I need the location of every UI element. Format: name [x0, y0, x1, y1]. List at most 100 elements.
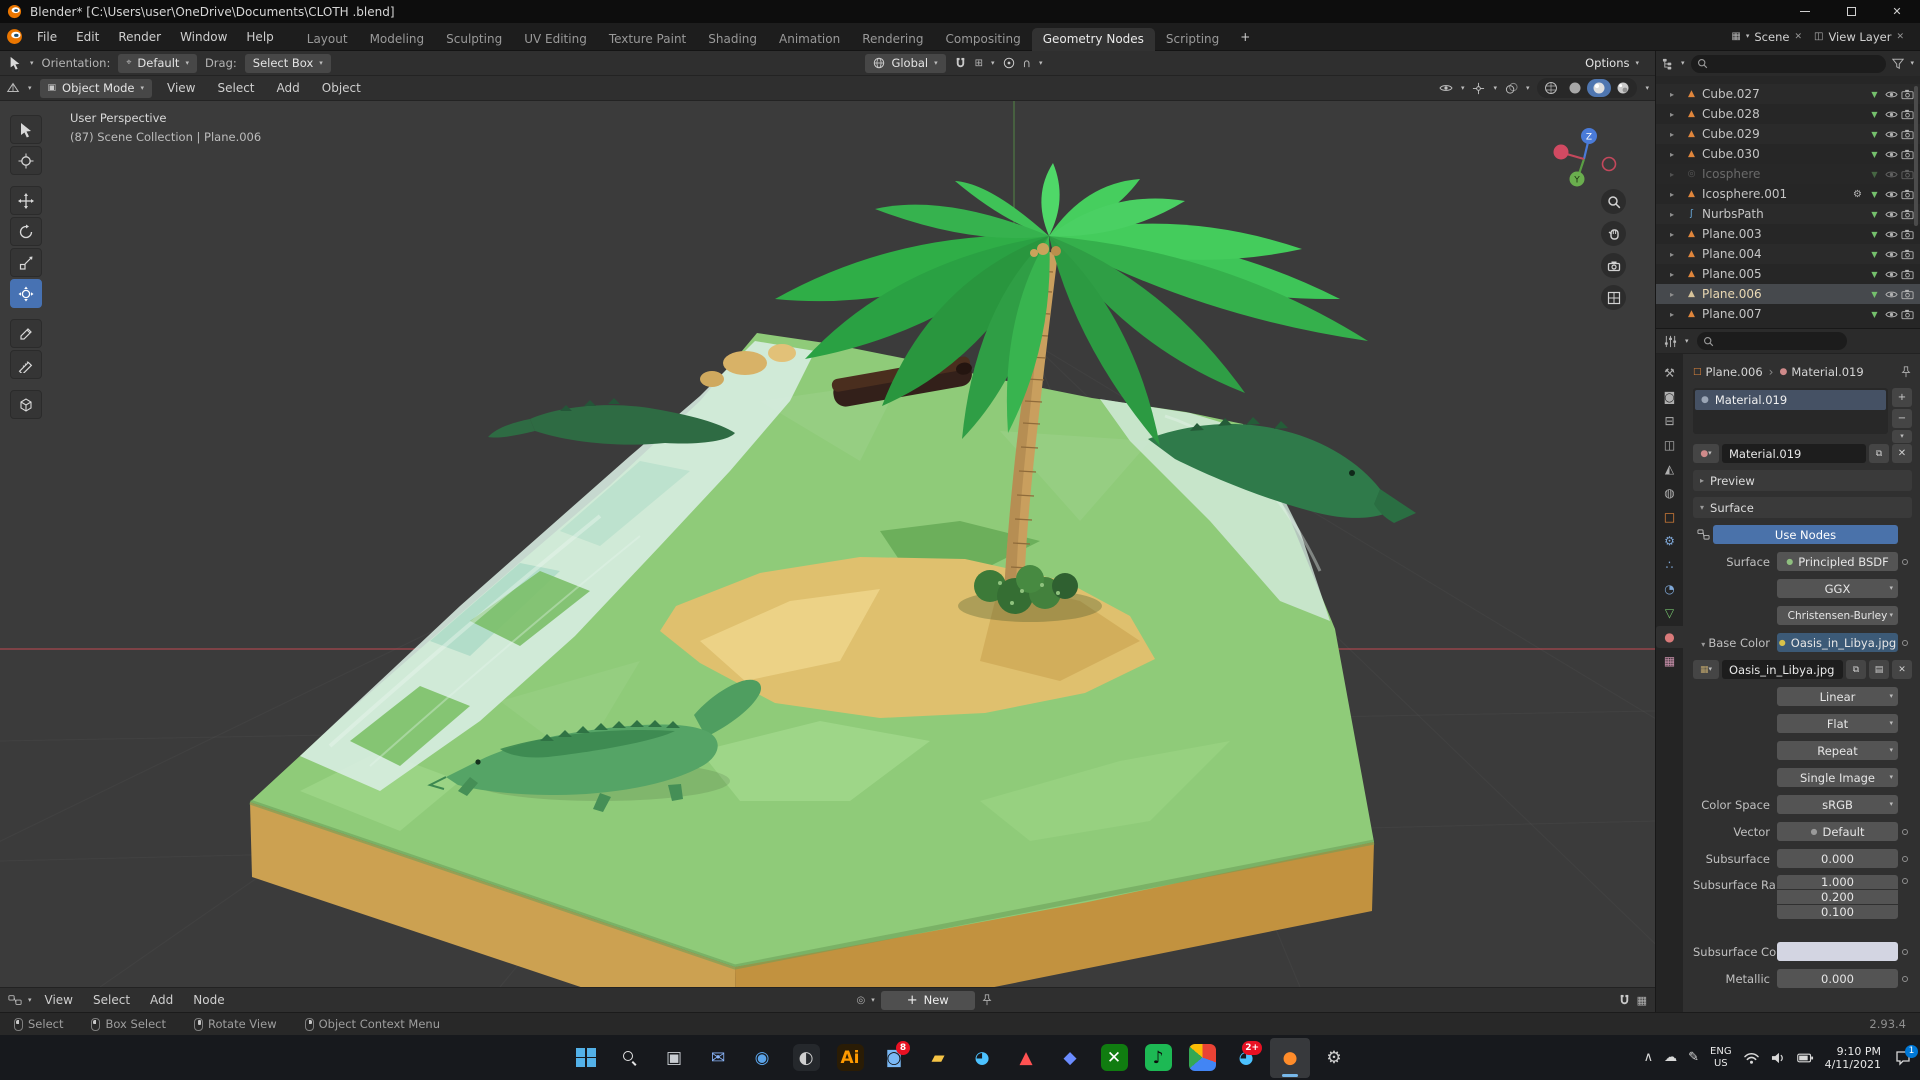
minimize-button[interactable] — [1782, 0, 1828, 23]
workspace-tab[interactable]: Compositing — [934, 28, 1031, 51]
render-camera-icon[interactable] — [1901, 208, 1914, 221]
viewport-editor-icon[interactable] — [6, 81, 20, 95]
node-menu-item[interactable]: Add — [143, 993, 180, 1007]
hide-eye-icon[interactable] — [1885, 168, 1898, 181]
modifiers[interactable]: ⚙ — [1656, 530, 1683, 552]
output[interactable]: ⊟ — [1656, 410, 1683, 432]
open-image-button[interactable]: ▤ — [1869, 660, 1889, 679]
scale-tool[interactable] — [10, 248, 42, 277]
object-name[interactable]: Plane.007 — [1702, 307, 1762, 321]
menu-item[interactable]: Help — [237, 25, 282, 49]
measure-tool[interactable] — [10, 350, 42, 379]
hide-eye-icon[interactable] — [1885, 108, 1898, 121]
object-data[interactable]: ▽ — [1656, 602, 1683, 624]
render[interactable]: ◙ — [1656, 386, 1683, 408]
unlink-image-button[interactable]: ✕ — [1892, 660, 1912, 679]
hide-eye-icon[interactable] — [1885, 248, 1898, 261]
expand-arrow-icon[interactable]: ▸ — [1670, 110, 1681, 119]
subsurface-method-dropdown[interactable]: Christensen-Burley▾ — [1777, 606, 1898, 625]
expand-arrow-icon[interactable]: ▸ — [1670, 250, 1681, 259]
outliner-row[interactable]: ▸ ʃ NurbsPath ⚙ ▼ — [1656, 204, 1920, 224]
photoshop-app-icon[interactable]: ◐ — [786, 1038, 826, 1078]
image-name-field[interactable]: Oasis_in_Libya.jpg — [1722, 660, 1843, 679]
scene-unlink-icon[interactable]: ✕ — [1794, 32, 1802, 42]
vector-dropdown[interactable]: ●Default — [1777, 822, 1898, 841]
blender-app-menu-icon[interactable] — [6, 28, 23, 45]
hide-eye-icon[interactable] — [1885, 88, 1898, 101]
object-name[interactable]: NurbsPath — [1702, 207, 1764, 221]
outliner-row[interactable]: ▸ ▲ Cube.030 ⚙ ▼ — [1656, 144, 1920, 164]
node-menu-item[interactable]: Node — [186, 993, 231, 1007]
mode-dropdown[interactable]: ▣ Object Mode▾ — [40, 79, 152, 98]
expand-arrow-icon[interactable]: ▸ — [1670, 270, 1681, 279]
object-name[interactable]: Icosphere.001 — [1702, 187, 1787, 201]
gizmos-toggle-icon[interactable] — [1472, 82, 1485, 95]
browse-nodetree-icon[interactable]: ◎ — [856, 995, 865, 1006]
scene[interactable]: ◭ — [1656, 458, 1683, 480]
workspace-tab[interactable]: Shading — [697, 28, 768, 51]
snap-target-icon[interactable]: ⊞ — [975, 58, 983, 69]
expand-arrow-icon[interactable]: ▸ — [1670, 150, 1681, 159]
viewport-menu-item[interactable]: Object — [315, 81, 368, 95]
hide-eye-icon[interactable] — [1885, 268, 1898, 281]
object-name[interactable]: Plane.006 — [1702, 287, 1762, 301]
annotate-tool[interactable] — [10, 319, 42, 348]
edge-browser-icon[interactable]: ◕ — [962, 1038, 1002, 1078]
illustrator-app-icon[interactable]: Ai — [830, 1038, 870, 1078]
expand-arrow-icon[interactable]: ▸ — [1670, 310, 1681, 319]
outliner-scrollbar[interactable] — [1914, 86, 1918, 226]
render-camera-icon[interactable] — [1901, 268, 1914, 281]
render-camera-icon[interactable] — [1901, 248, 1914, 261]
outliner-row[interactable]: ▸ ▲ Plane.005 ⚙ ▼ — [1656, 264, 1920, 284]
battery-icon[interactable] — [1797, 1052, 1814, 1064]
view-layer-selector[interactable]: ◫ View Layer ✕ — [1814, 30, 1904, 44]
taskbar-search-button[interactable] — [610, 1038, 650, 1078]
hide-eye-icon[interactable] — [1885, 128, 1898, 141]
shading-rendered-button[interactable] — [1611, 79, 1635, 97]
expand-arrow-icon[interactable]: ▸ — [1670, 290, 1681, 299]
xbox-app-icon[interactable]: ✕ — [1094, 1038, 1134, 1078]
browser-badge-icon[interactable]: ◕ 2+ — [1226, 1038, 1266, 1078]
tool[interactable]: ⚒ — [1656, 362, 1683, 384]
object-name[interactable]: Icosphere — [1702, 167, 1760, 181]
outliner-row[interactable]: ▸ ▲ Plane.007 ⚙ ▼ — [1656, 304, 1920, 324]
render-camera-icon[interactable] — [1901, 308, 1914, 321]
expand-arrow-icon[interactable]: ▸ — [1670, 130, 1681, 139]
distribution-dropdown[interactable]: GGX▾ — [1777, 579, 1898, 598]
taskbar-clock[interactable]: 9:10 PM 4/11/2021 — [1825, 1045, 1881, 1071]
proportional-editing-icon[interactable] — [1003, 57, 1015, 69]
falloff-icon[interactable]: ∩ — [1023, 56, 1031, 70]
material[interactable]: ● — [1656, 626, 1683, 648]
windows-ink-pen-icon[interactable]: ✎ — [1688, 1050, 1699, 1065]
menu-item[interactable]: Window — [171, 25, 236, 49]
outliner-row[interactable]: ▸ ▲ Cube.028 ⚙ ▼ — [1656, 104, 1920, 124]
outlook-app-icon[interactable]: ◙ 8 — [874, 1038, 914, 1078]
hide-eye-icon[interactable] — [1885, 188, 1898, 201]
duplicate-material-button[interactable]: ⧉ — [1869, 444, 1889, 463]
word-app-icon[interactable]: ◆ — [1050, 1038, 1090, 1078]
material-slot-list[interactable]: ● Material.019 — [1693, 388, 1888, 434]
duplicate-image-button[interactable]: ⧉ — [1846, 660, 1866, 679]
new-nodetree-button[interactable]: +New — [881, 991, 975, 1010]
object-name[interactable]: Plane.005 — [1702, 267, 1762, 281]
object-name[interactable]: Plane.004 — [1702, 247, 1762, 261]
scene-selector[interactable]: ▦▾ Scene ✕ — [1731, 30, 1802, 44]
material-slot-row[interactable]: ● Material.019 — [1695, 390, 1886, 410]
outliner-row[interactable]: ▸ ◎ Icosphere ⚙ ▼ — [1656, 164, 1920, 184]
pin-icon[interactable] — [1900, 366, 1912, 378]
object-name[interactable]: Cube.028 — [1702, 107, 1760, 121]
workspace-tab[interactable]: Scripting — [1155, 28, 1230, 51]
workspace-tab[interactable]: Texture Paint — [598, 28, 697, 51]
teams-app-icon[interactable]: ◉ — [742, 1038, 782, 1078]
particles[interactable]: ∴ — [1656, 554, 1683, 576]
object-name[interactable]: Plane.003 — [1702, 227, 1762, 241]
world[interactable]: ◍ — [1656, 482, 1683, 504]
outliner-search-input[interactable] — [1691, 55, 1887, 73]
viewport-menu-item[interactable]: Select — [210, 81, 261, 95]
onedrive-cloud-icon[interactable]: ☁ — [1664, 1050, 1677, 1065]
shading-wireframe-button[interactable] — [1539, 79, 1563, 97]
expand-arrow-icon[interactable]: ▸ — [1670, 190, 1681, 199]
render-camera-icon[interactable] — [1901, 108, 1914, 121]
hide-eye-icon[interactable] — [1885, 228, 1898, 241]
view-layer[interactable]: ◫ — [1656, 434, 1683, 456]
